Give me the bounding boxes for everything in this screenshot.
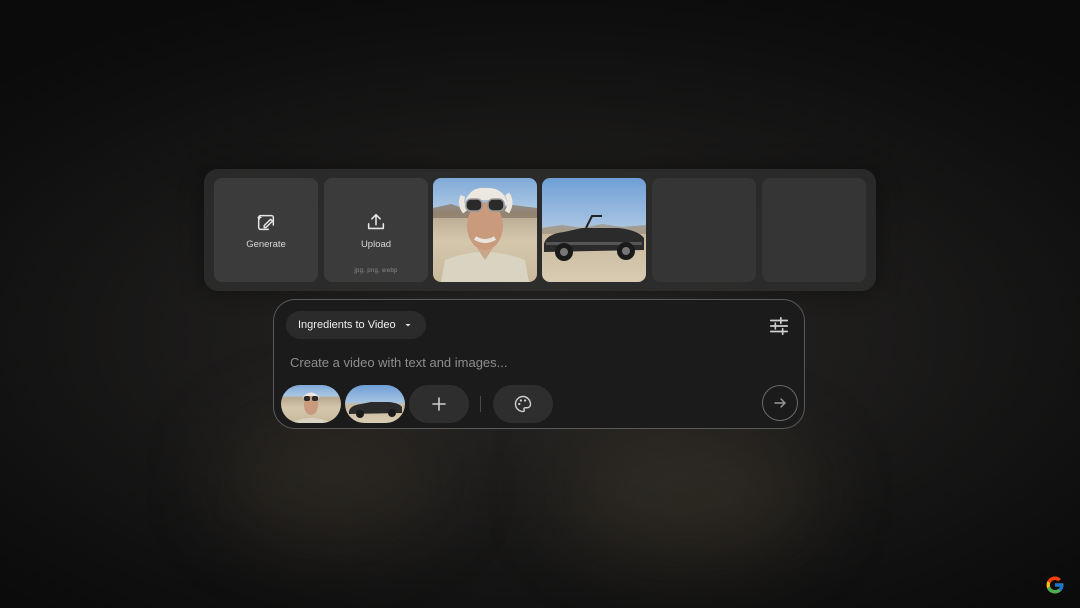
- mode-label: Ingredients to Video: [298, 319, 396, 331]
- ingredient-tray: Generate Upload jpg, png, webp: [204, 169, 876, 291]
- empty-ingredient-slot-2[interactable]: [762, 178, 866, 282]
- upload-label: Upload: [360, 238, 392, 250]
- caret-down-icon: [405, 324, 411, 327]
- palette-icon: [514, 395, 532, 413]
- man-thumbnail: [291, 392, 331, 423]
- ambient-glow-left: [220, 420, 440, 540]
- car-thumbnail: [349, 402, 402, 418]
- toolbar-divider: [480, 396, 481, 412]
- ambient-glow-right: [560, 430, 820, 560]
- send-button[interactable]: [762, 385, 798, 421]
- ingredient-chip-man[interactable]: [281, 385, 341, 423]
- upload-button[interactable]: Upload jpg, png, webp: [324, 178, 428, 282]
- empty-ingredient-slot-1[interactable]: [652, 178, 756, 282]
- arrow-right-icon: [774, 398, 786, 408]
- sliders-icon[interactable]: [768, 315, 790, 337]
- ingredient-chip-car[interactable]: [345, 385, 405, 423]
- generate-button[interactable]: Generate: [214, 178, 318, 282]
- prompt-input[interactable]: [288, 350, 762, 374]
- google-g-logo: [1046, 576, 1064, 594]
- ingredient-image-car[interactable]: [542, 178, 646, 282]
- convertible-car-image: [542, 215, 646, 261]
- prompt-panel: Ingredients to Video: [273, 299, 805, 429]
- plus-icon: [432, 397, 446, 411]
- ingredient-image-man[interactable]: [433, 178, 537, 282]
- generate-label: Generate: [246, 238, 286, 250]
- add-ingredient-button[interactable]: [409, 385, 469, 423]
- mode-dropdown[interactable]: Ingredients to Video: [286, 311, 426, 339]
- man-portrait-image: [433, 187, 537, 282]
- upload-icon: [367, 213, 385, 229]
- upload-format-hint: jpg, png, webp: [354, 268, 398, 274]
- style-button[interactable]: [493, 385, 553, 423]
- sparkle-edit-icon: [256, 214, 275, 230]
